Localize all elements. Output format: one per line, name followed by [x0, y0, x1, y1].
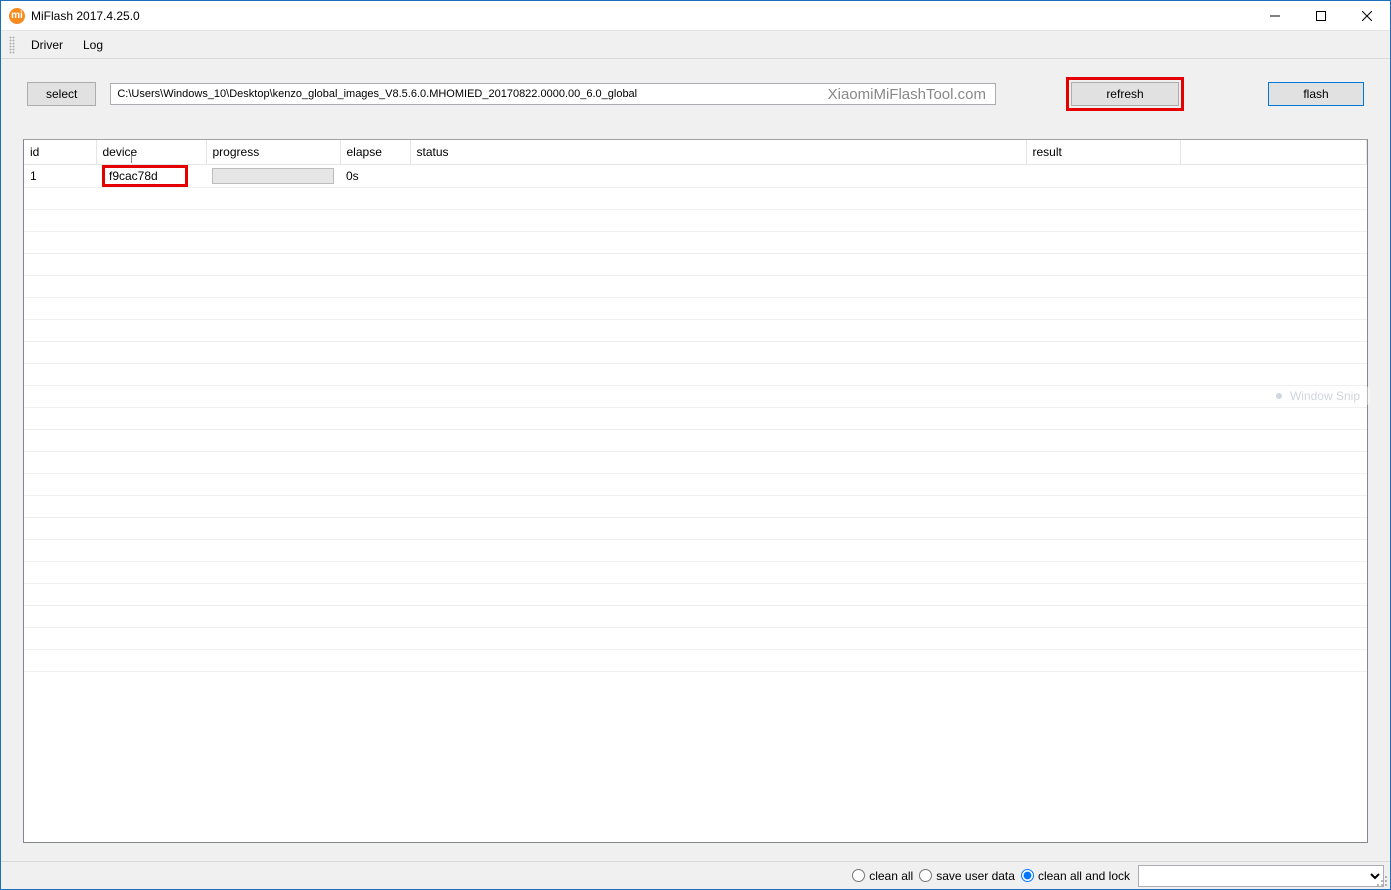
table-row: [24, 209, 1367, 231]
col-header-elapse[interactable]: elapse: [340, 140, 410, 164]
table-row: [24, 429, 1367, 451]
flash-mode-radios: clean all save user data clean all and l…: [852, 869, 1130, 883]
footer: clean all save user data clean all and l…: [1, 861, 1390, 889]
radio-clean-all-and-lock-label: clean all and lock: [1038, 869, 1130, 883]
cell-result: [1026, 164, 1180, 187]
radio-clean-all-and-lock-input[interactable]: [1021, 869, 1034, 882]
col-header-device[interactable]: device: [96, 140, 206, 164]
toolbar-grip-icon: [9, 36, 15, 54]
table-row: [24, 363, 1367, 385]
radio-save-user-data[interactable]: save user data: [919, 869, 1015, 883]
table-row: [24, 539, 1367, 561]
table-row: [24, 319, 1367, 341]
table-row: [24, 627, 1367, 649]
cell-device: f9cac78d: [96, 164, 206, 187]
refresh-button[interactable]: refresh: [1071, 82, 1179, 106]
col-header-id[interactable]: id: [24, 140, 96, 164]
radio-clean-all-input[interactable]: [852, 869, 865, 882]
close-button[interactable]: [1344, 1, 1390, 31]
table-row: [24, 253, 1367, 275]
table-row: [24, 649, 1367, 671]
window-title: MiFlash 2017.4.25.0: [31, 9, 140, 23]
dot-icon: [1276, 393, 1282, 399]
cell-id: 1: [24, 164, 96, 187]
col-header-status[interactable]: status: [410, 140, 1026, 164]
table-row: [24, 187, 1367, 209]
menu-driver[interactable]: Driver: [21, 34, 73, 56]
minimize-button[interactable]: [1252, 1, 1298, 31]
menu-log[interactable]: Log: [73, 34, 113, 56]
path-input[interactable]: [110, 83, 996, 105]
top-toolbar: select XiaomiMiFlashTool.com refresh fla…: [15, 77, 1376, 111]
table-row: [24, 275, 1367, 297]
table-row: [24, 517, 1367, 539]
col-header-result[interactable]: result: [1026, 140, 1180, 164]
device-grid: id device progress elapse status result …: [23, 139, 1368, 843]
table-row: [24, 473, 1367, 495]
app-icon: mi: [9, 8, 25, 24]
table-row: [24, 297, 1367, 319]
client-area: select XiaomiMiFlashTool.com refresh fla…: [1, 59, 1390, 861]
resize-grip-icon[interactable]: [1376, 875, 1388, 887]
radio-clean-all-and-lock[interactable]: clean all and lock: [1021, 869, 1130, 883]
col-header-progress[interactable]: progress: [206, 140, 340, 164]
table-row[interactable]: 1 f9cac78d 0s: [24, 164, 1367, 187]
col-header-blank: [1180, 140, 1367, 164]
table-row: [24, 385, 1367, 407]
table-row: [24, 231, 1367, 253]
radio-clean-all-label: clean all: [869, 869, 913, 883]
ruler-tick: [131, 155, 132, 163]
path-wrapper: XiaomiMiFlashTool.com: [110, 83, 996, 105]
device-table: id device progress elapse status result …: [24, 140, 1367, 672]
radio-save-user-data-input[interactable]: [919, 869, 932, 882]
maximize-icon: [1316, 11, 1326, 21]
footer-dropdown[interactable]: [1138, 865, 1384, 887]
progress-bar: [212, 168, 334, 184]
titlebar: mi MiFlash 2017.4.25.0: [1, 1, 1390, 31]
table-row: [24, 495, 1367, 517]
radio-save-user-data-label: save user data: [936, 869, 1015, 883]
table-row: [24, 451, 1367, 473]
app-icon-glyph: mi: [11, 11, 23, 21]
cell-status: [410, 164, 1026, 187]
close-icon: [1362, 11, 1372, 21]
table-row: [24, 605, 1367, 627]
table-row: [24, 583, 1367, 605]
window-snip-overlay: Window Snip: [1266, 387, 1370, 405]
flash-button[interactable]: flash: [1268, 82, 1364, 106]
window-snip-label: Window Snip: [1290, 389, 1360, 403]
table-header-row: id device progress elapse status result: [24, 140, 1367, 164]
refresh-highlight: refresh: [1066, 77, 1184, 111]
device-highlight: f9cac78d: [102, 165, 188, 187]
table-row: [24, 341, 1367, 363]
select-button[interactable]: select: [27, 82, 96, 106]
minimize-icon: [1270, 11, 1280, 21]
radio-clean-all[interactable]: clean all: [852, 869, 913, 883]
table-row: [24, 407, 1367, 429]
cell-progress: [206, 164, 340, 187]
maximize-button[interactable]: [1298, 1, 1344, 31]
table-row: [24, 561, 1367, 583]
cell-elapse: 0s: [340, 164, 410, 187]
app-window: mi MiFlash 2017.4.25.0 Driver Log select…: [0, 0, 1391, 890]
menubar: Driver Log: [1, 31, 1390, 59]
